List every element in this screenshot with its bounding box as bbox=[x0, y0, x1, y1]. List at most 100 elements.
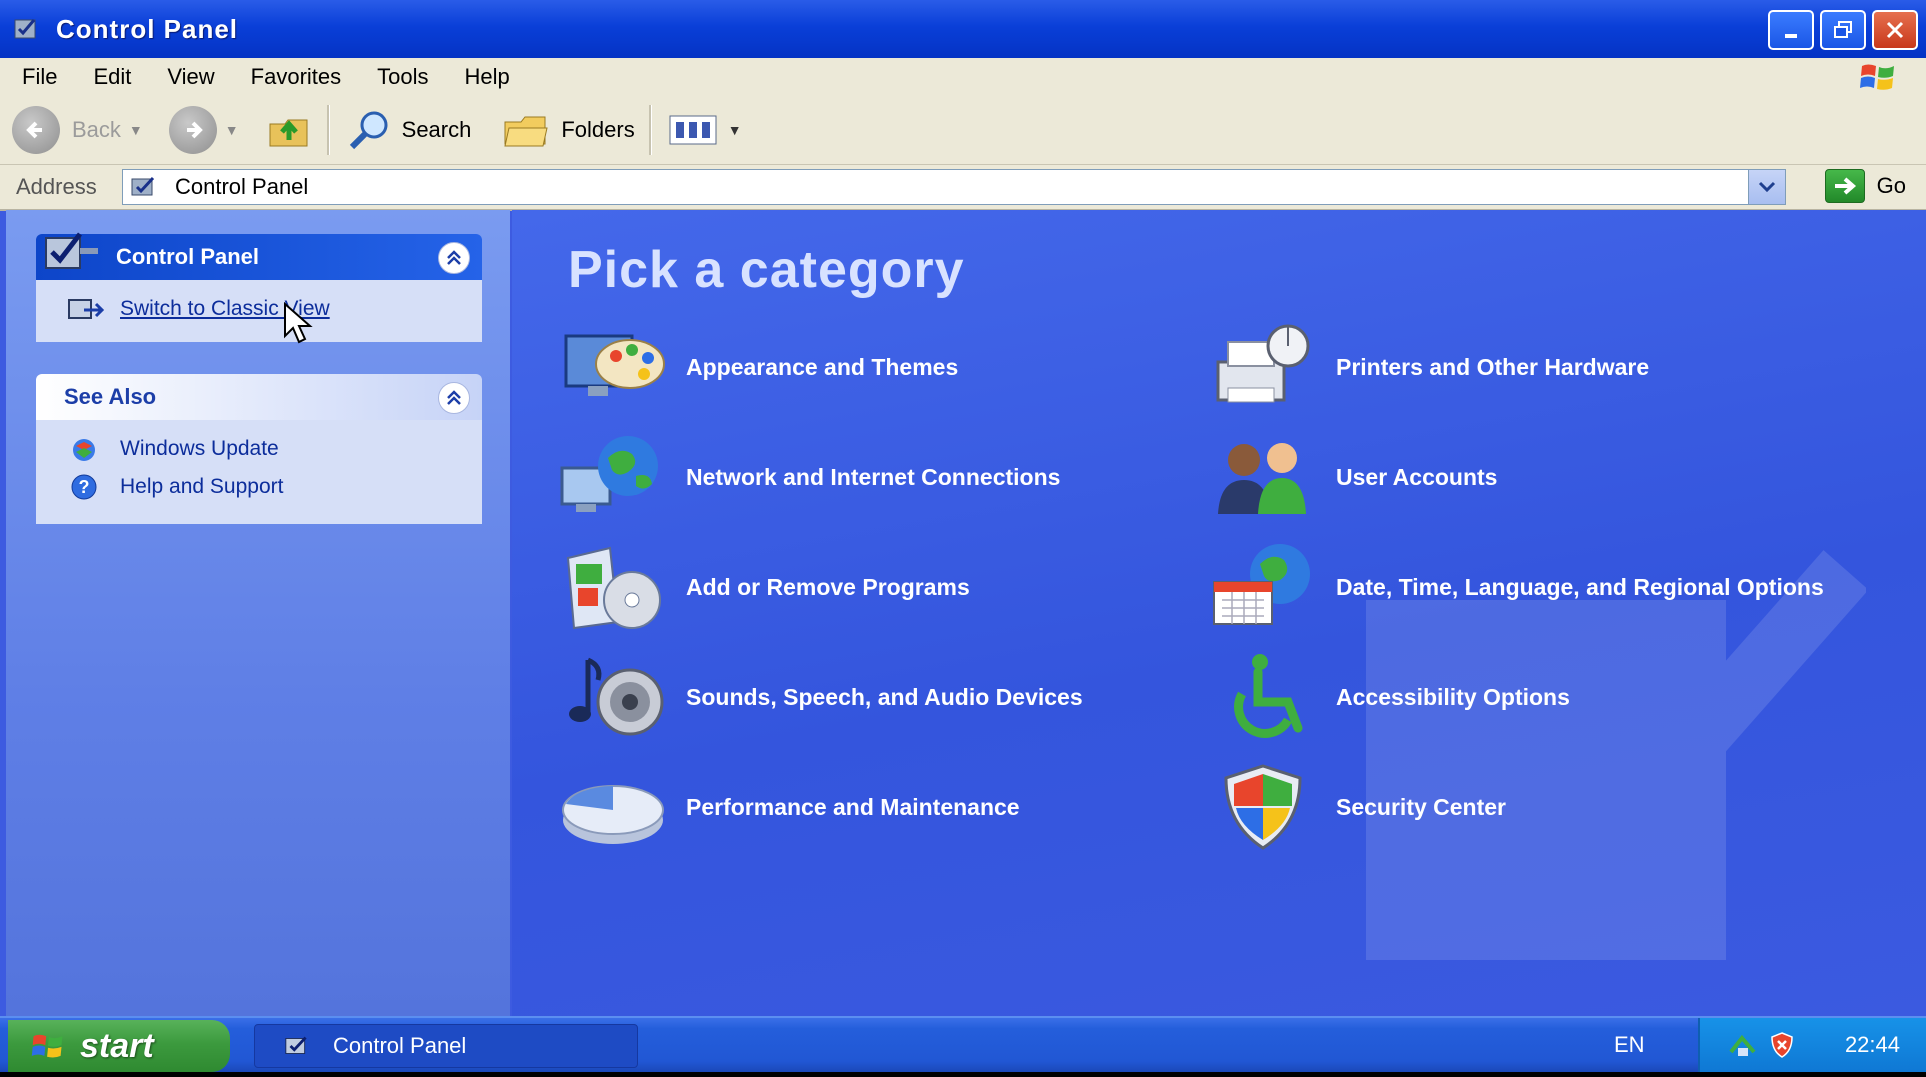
collapse-chevron-icon[interactable] bbox=[438, 242, 470, 274]
category-label: Security Center bbox=[1336, 794, 1507, 820]
category-date-time-language-regional[interactable]: Date, Time, Language, and Regional Optio… bbox=[1208, 542, 1856, 632]
back-dropdown-icon[interactable]: ▼ bbox=[129, 122, 143, 138]
accessibility-wheelchair-icon bbox=[1234, 654, 1303, 738]
views-grid-icon bbox=[669, 115, 717, 145]
go-arrow-icon bbox=[1824, 169, 1865, 203]
control-panel-icon bbox=[131, 176, 155, 196]
up-folder-icon bbox=[269, 119, 308, 147]
task-pane: Control Panel Switch to Classic View See… bbox=[6, 210, 510, 1016]
windows-flag-icon bbox=[1850, 60, 1906, 94]
category-label: Add or Remove Programs bbox=[686, 574, 970, 600]
control-panel-window: Control Panel File Edit View Favorites T… bbox=[0, 0, 1926, 1016]
views-button[interactable]: ▼ bbox=[668, 112, 742, 148]
window-title: Control Panel bbox=[56, 13, 239, 44]
restore-button[interactable] bbox=[1820, 10, 1866, 50]
user-accounts-icon bbox=[1218, 443, 1306, 514]
windows-update-icon bbox=[73, 439, 95, 461]
address-dropdown-button[interactable] bbox=[1748, 170, 1785, 204]
category-label: Performance and Maintenance bbox=[686, 794, 1020, 820]
windows-flag-icon bbox=[31, 1034, 63, 1058]
switch-to-classic-view-link[interactable]: Switch to Classic View bbox=[36, 280, 482, 324]
date-time-globe-icon bbox=[1213, 544, 1310, 625]
category-label: Accessibility Options bbox=[1336, 684, 1570, 710]
close-icon bbox=[1886, 21, 1904, 39]
menu-view[interactable]: View bbox=[153, 64, 228, 90]
network-tray-icon[interactable] bbox=[1728, 1032, 1758, 1058]
speaker-music-icon bbox=[569, 657, 664, 736]
windows-update-label: Windows Update bbox=[120, 437, 279, 460]
forward-arrow-icon bbox=[168, 106, 217, 154]
classic-view-icon bbox=[68, 299, 105, 319]
svg-text:?: ? bbox=[79, 477, 90, 497]
start-button[interactable]: start bbox=[8, 1020, 230, 1072]
taskbar-button-control-panel[interactable]: Control Panel bbox=[254, 1024, 638, 1068]
help-question-icon: ? bbox=[71, 474, 97, 500]
control-panel-panel-header[interactable]: Control Panel bbox=[36, 232, 482, 280]
category-label: Network and Internet Connections bbox=[686, 464, 1061, 490]
control-panel-panel-body: Switch to Classic View bbox=[36, 280, 482, 344]
category-label: Sounds, Speech, and Audio Devices bbox=[686, 684, 1083, 710]
category-label: Date, Time, Language, and Regional Optio… bbox=[1336, 574, 1824, 600]
address-label: Address bbox=[16, 174, 97, 199]
close-button[interactable] bbox=[1872, 10, 1918, 50]
title-bar[interactable]: Control Panel bbox=[0, 0, 1926, 58]
address-value: Control Panel bbox=[175, 174, 309, 199]
category-appearance-themes[interactable]: Appearance and Themes bbox=[558, 322, 958, 412]
help-and-support-label: Help and Support bbox=[120, 475, 284, 498]
menu-file[interactable]: File bbox=[8, 64, 71, 90]
category-label: User Accounts bbox=[1336, 464, 1498, 490]
windows-update-link[interactable]: Windows Update bbox=[36, 420, 482, 464]
control-panel-panel-title: Control Panel bbox=[116, 244, 260, 269]
category-sounds-speech-audio[interactable]: Sounds, Speech, and Audio Devices bbox=[558, 652, 1083, 742]
back-label: Back bbox=[72, 117, 121, 142]
see-also-panel-header[interactable]: See Also bbox=[36, 374, 482, 420]
folders-button[interactable]: Folders bbox=[501, 110, 635, 150]
address-bar: Address Control Panel Go bbox=[0, 165, 1926, 211]
appearance-themes-icon bbox=[564, 334, 665, 396]
see-also-panel-body: Windows Update ? Help and Support bbox=[36, 420, 482, 524]
performance-pie-icon bbox=[562, 785, 664, 844]
menu-edit[interactable]: Edit bbox=[79, 64, 145, 90]
see-also-panel-title: See Also bbox=[64, 384, 157, 409]
control-panel-panel: Control Panel Switch to Classic View bbox=[36, 232, 482, 344]
go-label: Go bbox=[1876, 173, 1906, 198]
up-folder-button[interactable] bbox=[267, 110, 313, 150]
language-indicator[interactable]: EN bbox=[1614, 1032, 1645, 1058]
restore-icon bbox=[1834, 21, 1852, 38]
taskbar-button-label: Control Panel bbox=[333, 1033, 467, 1058]
address-input[interactable]: Control Panel bbox=[122, 169, 1786, 205]
category-security-center[interactable]: Security Center bbox=[1208, 762, 1506, 852]
search-button[interactable]: Search bbox=[346, 109, 472, 151]
category-performance-maintenance[interactable]: Performance and Maintenance bbox=[558, 762, 1020, 852]
security-alert-icon[interactable] bbox=[1768, 1031, 1796, 1059]
menu-tools[interactable]: Tools bbox=[363, 64, 442, 90]
minimize-button[interactable] bbox=[1768, 10, 1814, 50]
add-remove-programs-icon bbox=[566, 546, 661, 630]
menu-help[interactable]: Help bbox=[451, 64, 524, 90]
search-icon bbox=[349, 111, 388, 150]
control-panel-icon bbox=[285, 1036, 307, 1054]
category-printers-hardware[interactable]: Printers and Other Hardware bbox=[1208, 322, 1649, 412]
category-user-accounts[interactable]: User Accounts bbox=[1208, 432, 1497, 522]
forward-button[interactable]: ▼ bbox=[168, 106, 239, 154]
forward-dropdown-icon[interactable]: ▼ bbox=[225, 122, 239, 138]
security-shield-icon bbox=[1224, 764, 1302, 850]
go-button[interactable]: Go bbox=[1824, 169, 1906, 203]
search-label: Search bbox=[401, 117, 472, 142]
clock[interactable]: 22:44 bbox=[1845, 1032, 1900, 1058]
collapse-chevron-icon[interactable] bbox=[438, 382, 470, 414]
see-also-panel: See Also Windows Update ? Help and Suppo… bbox=[36, 374, 482, 524]
network-globe-icon bbox=[560, 436, 658, 512]
folders-label: Folders bbox=[561, 117, 635, 142]
category-label: Appearance and Themes bbox=[686, 354, 959, 380]
menu-favorites[interactable]: Favorites bbox=[237, 64, 355, 90]
back-arrow-icon bbox=[12, 106, 60, 154]
help-and-support-link[interactable]: ? Help and Support bbox=[36, 464, 482, 502]
category-accessibility-options[interactable]: Accessibility Options bbox=[1208, 652, 1570, 742]
toolbar-separator bbox=[326, 105, 330, 155]
taskbar: start Control Panel EN 22:44 bbox=[0, 1016, 1926, 1072]
category-add-remove-programs[interactable]: Add or Remove Programs bbox=[558, 542, 970, 632]
category-network-internet[interactable]: Network and Internet Connections bbox=[558, 432, 1060, 522]
page-heading: Pick a category bbox=[568, 241, 965, 299]
back-button[interactable]: Back ▼ bbox=[12, 106, 143, 154]
